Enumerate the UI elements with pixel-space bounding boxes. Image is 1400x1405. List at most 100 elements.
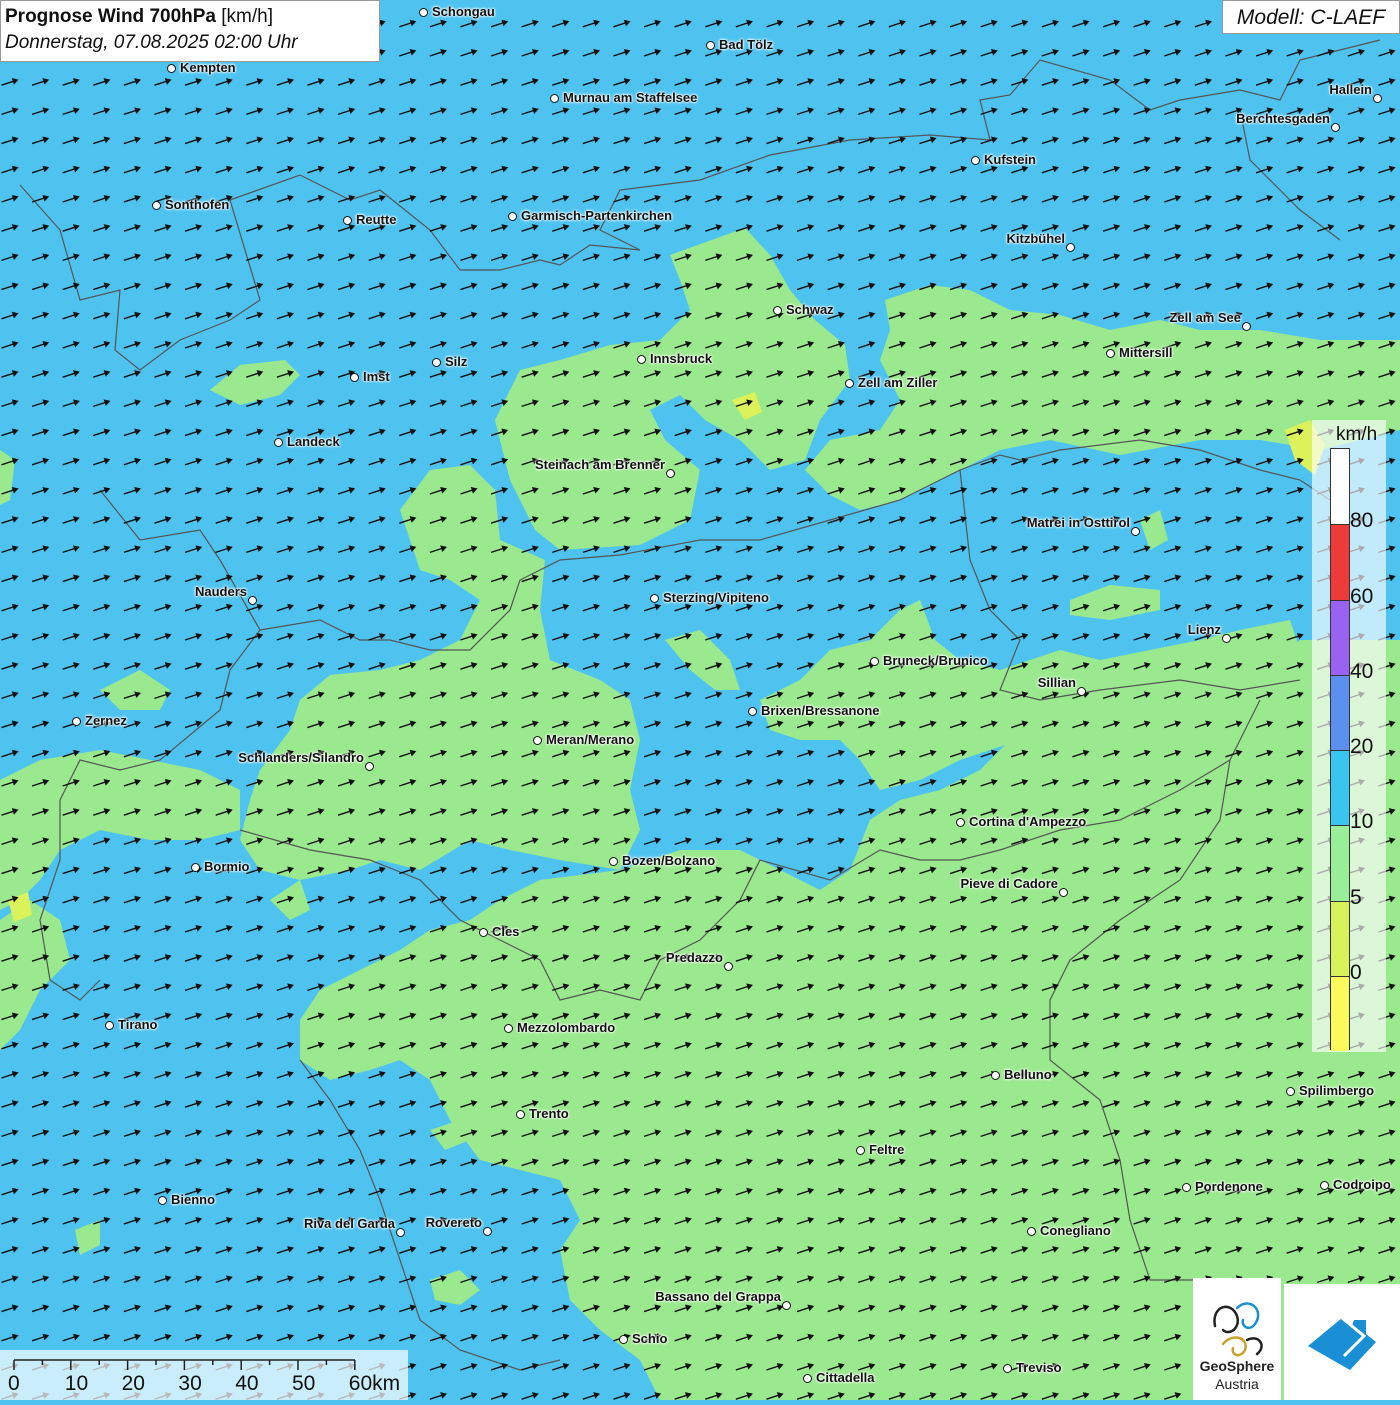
city-marker-icon <box>1059 888 1068 897</box>
forecast-datetime: Donnerstag, 07.08.2025 02:00 Uhr <box>5 32 298 53</box>
city-marker-icon <box>956 818 965 827</box>
city-marker-icon <box>274 438 283 447</box>
city-label: Steinach am Brenner <box>534 457 665 472</box>
city-marker-icon <box>72 717 81 726</box>
city-marker-icon <box>724 962 733 971</box>
city-label: Schongau <box>432 4 495 19</box>
city-label: Rovereto <box>425 1215 482 1230</box>
city-marker-icon <box>350 373 359 382</box>
city-marker-icon <box>619 1335 628 1344</box>
city-label: Conegliano <box>1040 1223 1111 1238</box>
city-marker-icon <box>479 928 488 937</box>
city-marker-icon <box>105 1021 114 1030</box>
city-label: Zell am See <box>1169 310 1241 325</box>
city-marker-icon <box>365 762 374 771</box>
legend-unit: km/h <box>1336 424 1378 445</box>
city-marker-icon <box>666 469 675 478</box>
legend-segment <box>1331 524 1349 600</box>
app-logo-icon <box>1308 1316 1376 1370</box>
city-label: Reutte <box>356 212 397 227</box>
city-label: Schlanders/Silandro <box>238 750 364 765</box>
legend-segment <box>1331 825 1349 901</box>
legend-segment <box>1331 900 1349 976</box>
city-marker-icon <box>1066 243 1075 252</box>
legend-tick-label: 40 <box>1350 659 1374 683</box>
scale-label: 0 <box>8 1372 20 1395</box>
city-label: Mittersill <box>1119 345 1173 360</box>
city-label: Schio <box>632 1331 668 1346</box>
city-marker-icon <box>396 1228 405 1237</box>
city-label: Cortina d'Ampezzo <box>969 814 1087 829</box>
city-marker-icon <box>343 216 352 225</box>
city-label: Hallein <box>1329 82 1372 97</box>
scale-label: 40 <box>235 1372 259 1395</box>
city-label: Pordenone <box>1195 1179 1263 1194</box>
city-label: Bad Tölz <box>719 37 774 52</box>
map-title-box: Prognose Wind 700hPa [km/h] Donnerstag, … <box>0 0 380 62</box>
city-marker-icon <box>1373 94 1382 103</box>
geosphere-logo: GeoSphere Austria <box>1193 1278 1281 1400</box>
city-label: Spilimbergo <box>1299 1083 1375 1098</box>
legend-tick-label: 20 <box>1350 735 1374 758</box>
city-label: Codroipo <box>1333 1177 1391 1192</box>
city-marker-icon <box>504 1024 513 1033</box>
legend-tick-label: 5 <box>1350 885 1362 909</box>
city-marker-icon <box>971 156 980 165</box>
city-marker-icon <box>167 64 176 73</box>
city-marker-icon <box>1003 1364 1012 1373</box>
scale-label: 60km <box>348 1372 401 1395</box>
city-label: Berchtesgaden <box>1236 111 1330 126</box>
city-label: Bienno <box>171 1192 216 1207</box>
city-marker-icon <box>845 379 854 388</box>
city-marker-icon <box>1131 527 1140 536</box>
model-label: Modell: C-LAEF <box>1222 0 1400 34</box>
city-label: Sterzing/Vipiteno <box>663 590 769 605</box>
city-marker-icon <box>1242 322 1251 331</box>
city-label: Belluno <box>1004 1067 1052 1082</box>
geosphere-logo-country: Austria <box>1215 1376 1259 1392</box>
city-label: Sillian <box>1037 675 1076 690</box>
city-marker-icon <box>782 1301 791 1310</box>
city-marker-icon <box>516 1110 525 1119</box>
city-label: Zell am Ziller <box>858 375 938 390</box>
city-label: Lienz <box>1187 622 1221 637</box>
city-marker-icon <box>1286 1087 1295 1096</box>
legend-tick-label: 10 <box>1350 810 1374 834</box>
city-label: Bormio <box>204 859 250 874</box>
city-marker-icon <box>609 857 618 866</box>
city-marker-icon <box>1106 349 1115 358</box>
legend-tick-label: 80 <box>1350 509 1374 533</box>
city-label: Tirano <box>118 1017 158 1032</box>
color-legend: km/h 80 60 40 20 10 5 0 <box>1312 420 1386 1052</box>
city-marker-icon <box>773 306 782 315</box>
legend-segment <box>1331 674 1349 750</box>
city-label: Brixen/Bressanone <box>761 703 880 718</box>
scale-label: 20 <box>121 1372 145 1395</box>
scale-bar-graphic <box>13 1359 356 1370</box>
legend-segment <box>1331 750 1349 826</box>
city-marker-icon <box>803 1374 812 1383</box>
city-marker-icon <box>706 41 715 50</box>
city-label: Kitzbühel <box>1006 231 1066 246</box>
city-marker-icon <box>550 94 559 103</box>
city-label: Kufstein <box>984 152 1036 167</box>
city-marker-icon <box>1222 634 1231 643</box>
city-label: Schwaz <box>786 302 834 317</box>
scale-label: 30 <box>178 1372 202 1395</box>
city-marker-icon <box>748 707 757 716</box>
scale-label: 10 <box>64 1372 89 1395</box>
city-label: Trento <box>529 1106 569 1121</box>
city-label: Cittadella <box>816 1370 875 1385</box>
city-label: Bassano del Grappa <box>655 1289 781 1304</box>
city-marker-icon <box>1077 687 1086 696</box>
city-label: Predazzo <box>665 950 723 965</box>
city-label: Sonthofen <box>165 197 230 212</box>
city-marker-icon <box>1331 123 1340 132</box>
city-marker-icon <box>1027 1227 1036 1236</box>
city-marker-icon <box>483 1227 492 1236</box>
city-label: Treviso <box>1016 1360 1062 1375</box>
city-marker-icon <box>191 863 200 872</box>
app-logo <box>1284 1284 1400 1400</box>
city-marker-icon <box>991 1071 1000 1080</box>
legend-segment <box>1331 449 1349 525</box>
